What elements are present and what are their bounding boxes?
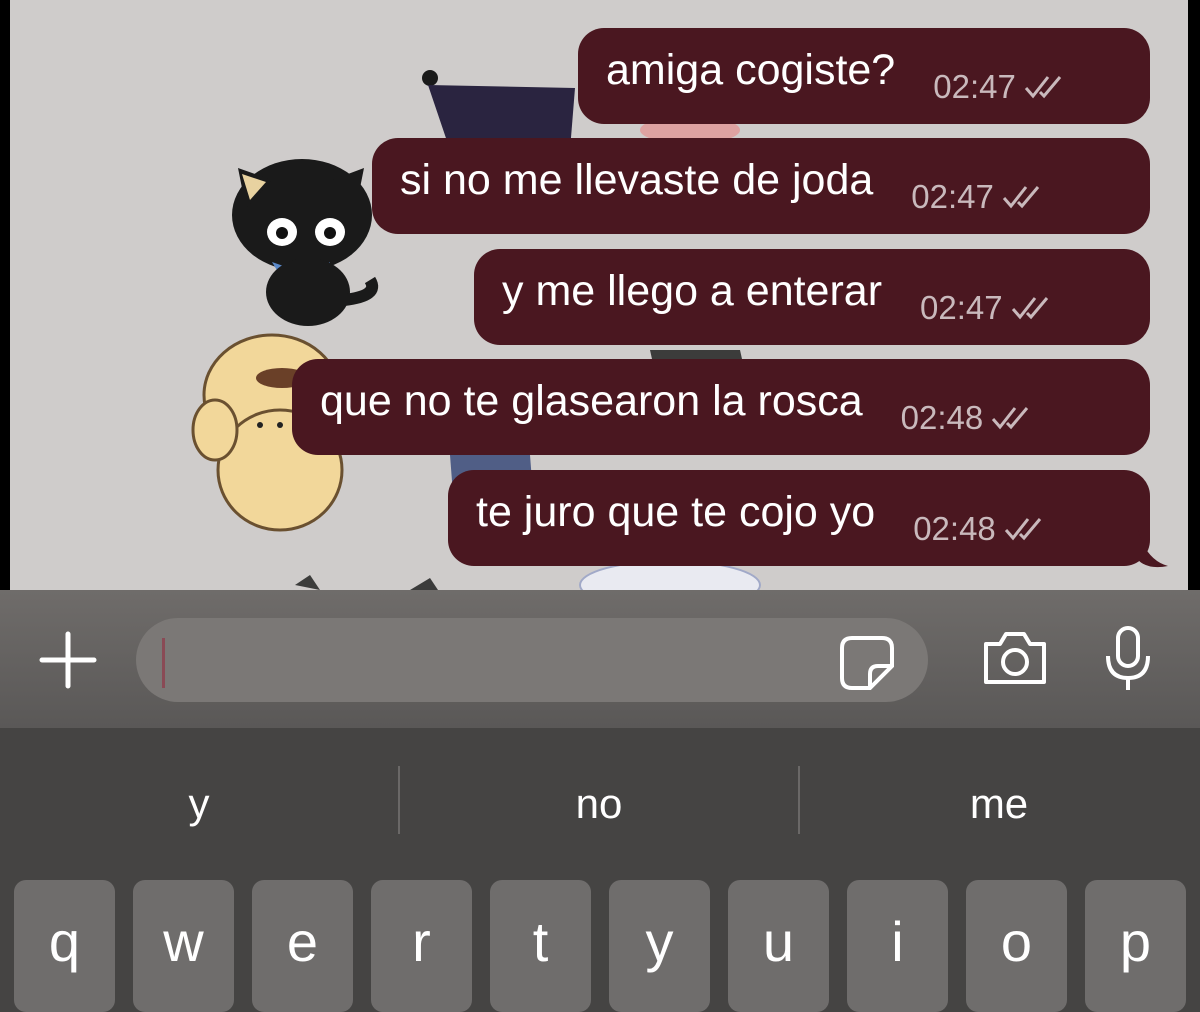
message-input[interactable]: [136, 618, 928, 702]
camera-icon[interactable]: [980, 628, 1050, 688]
black-cat-illustration: [232, 159, 379, 326]
key-r[interactable]: r: [371, 880, 472, 1012]
bubble-tail: [1138, 530, 1168, 568]
message-time: 02:48: [900, 399, 984, 436]
message-text: que no te glasearon la rosca: [320, 376, 863, 425]
key-q[interactable]: q: [14, 880, 115, 1012]
message-bubble[interactable]: y me llego a enterar 02:47: [474, 249, 1150, 345]
message-meta: 02:47: [911, 178, 1044, 216]
read-double-check-icon: [992, 407, 1029, 430]
read-double-check-icon: [1002, 186, 1040, 209]
message-meta: 02:48: [901, 399, 1034, 437]
message-bubble[interactable]: te juro que te cojo yo 02:48: [448, 470, 1150, 566]
key-p[interactable]: p: [1085, 880, 1186, 1012]
chat-area: amiga cogiste? 02:47 si no me llevaste d…: [10, 0, 1188, 590]
message-meta: 02:47: [933, 68, 1066, 106]
message-time: 02:47: [933, 68, 1016, 105]
read-double-check-icon: [1004, 518, 1041, 541]
suggestion-item[interactable]: y: [0, 780, 398, 828]
message-meta: 02:47: [920, 289, 1053, 327]
message-text: y me llego a enterar: [502, 266, 883, 315]
message-time: 02:47: [920, 289, 1003, 326]
message-bubble[interactable]: amiga cogiste? 02:47: [578, 28, 1150, 124]
message-text: amiga cogiste?: [606, 45, 896, 94]
suggestion-item[interactable]: me: [800, 780, 1198, 828]
key-o[interactable]: o: [966, 880, 1067, 1012]
message-text: si no me llevaste de joda: [400, 155, 874, 204]
message-time: 02:48: [913, 510, 996, 547]
plus-icon[interactable]: [36, 628, 100, 692]
key-t[interactable]: t: [490, 880, 591, 1012]
read-double-check-icon: [1011, 297, 1048, 320]
message-time: 02:47: [911, 178, 994, 215]
key-y[interactable]: y: [609, 880, 710, 1012]
message-bubble[interactable]: si no me llevaste de joda 02:47: [372, 138, 1150, 234]
message-text: te juro que te cojo yo: [476, 487, 876, 536]
message-bubble[interactable]: que no te glasearon la rosca 02:48: [292, 359, 1150, 455]
message-meta: 02:48: [913, 510, 1046, 548]
key-u[interactable]: u: [728, 880, 829, 1012]
sticker-icon[interactable]: [838, 634, 896, 692]
key-w[interactable]: w: [133, 880, 234, 1012]
key-i[interactable]: i: [847, 880, 948, 1012]
text-caret: [162, 638, 165, 688]
key-e[interactable]: e: [252, 880, 353, 1012]
suggestion-item[interactable]: no: [400, 780, 798, 828]
microphone-icon[interactable]: [1100, 624, 1156, 694]
read-double-check-icon: [1024, 76, 1061, 99]
